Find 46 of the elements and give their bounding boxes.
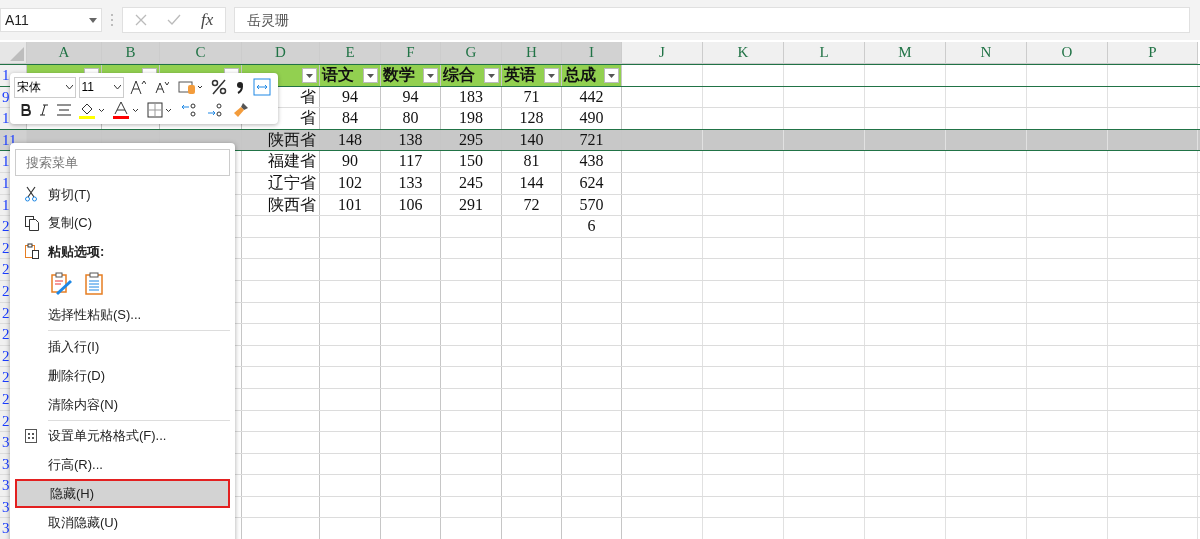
table-cell-text: 721 xyxy=(578,129,605,150)
table-cell: 省 xyxy=(300,108,316,129)
column-title: 英语 xyxy=(504,65,536,85)
table-cell-text: 71 xyxy=(522,86,541,107)
font-name: 宋体 xyxy=(17,79,41,96)
table-cell-text: 490 xyxy=(578,108,605,129)
table-cell-text: 省 xyxy=(300,86,316,107)
table-cell-text: 80 xyxy=(401,108,420,129)
column-title: 总成 xyxy=(564,65,596,85)
table-cell-text: 198 xyxy=(458,108,484,129)
table-cell-text: 140 xyxy=(518,129,545,150)
table-cell-text: 6 xyxy=(586,216,597,237)
table-cell-text: 辽宁省 xyxy=(268,172,316,193)
table-cell-text: 133 xyxy=(397,172,424,193)
table-cell-text: 72 xyxy=(522,194,541,215)
table-cell-text: 148 xyxy=(337,129,363,150)
table-cell-text: 245 xyxy=(458,172,484,193)
table-cell-text: 138 xyxy=(397,129,424,150)
table-cell-text: 128 xyxy=(518,108,545,129)
table-cell-text: 183 xyxy=(458,86,484,107)
table-cell-text: 442 xyxy=(578,86,605,107)
table-cell-text: 295 xyxy=(458,129,484,150)
table-cell-text: 291 xyxy=(458,194,484,215)
table-cell-text: 106 xyxy=(397,194,424,215)
table-cell-text: 101 xyxy=(337,194,363,215)
table-cell: 福建省 xyxy=(268,151,316,172)
table-cell-text: 102 xyxy=(337,172,363,193)
table-cell-text: 117 xyxy=(397,151,424,172)
table-cell-text: 94 xyxy=(401,86,420,107)
column-title: 数学 xyxy=(383,65,415,85)
font-size: 11 xyxy=(81,79,94,96)
table-cell-text: 624 xyxy=(578,172,605,193)
table-cell-text: 94 xyxy=(341,86,359,107)
cell-reference: A11 xyxy=(5,10,29,30)
column-title: 语文 xyxy=(322,65,354,85)
table-cell-text: 陕西省 xyxy=(268,194,316,215)
table-cell-text: 144 xyxy=(518,172,545,193)
table-cell-text: 84 xyxy=(341,108,359,129)
table-cell-text: 150 xyxy=(458,151,484,172)
table-cell-text: 90 xyxy=(341,151,359,172)
table-cell-text: 438 xyxy=(578,151,605,172)
table-cell-text: 570 xyxy=(578,194,605,215)
table-cell-text: 81 xyxy=(522,151,541,172)
table-cell-text: 陕西省 xyxy=(268,129,316,150)
menu-section-title: 粘贴选项: xyxy=(48,243,105,262)
column-title: 综合 xyxy=(443,65,475,85)
